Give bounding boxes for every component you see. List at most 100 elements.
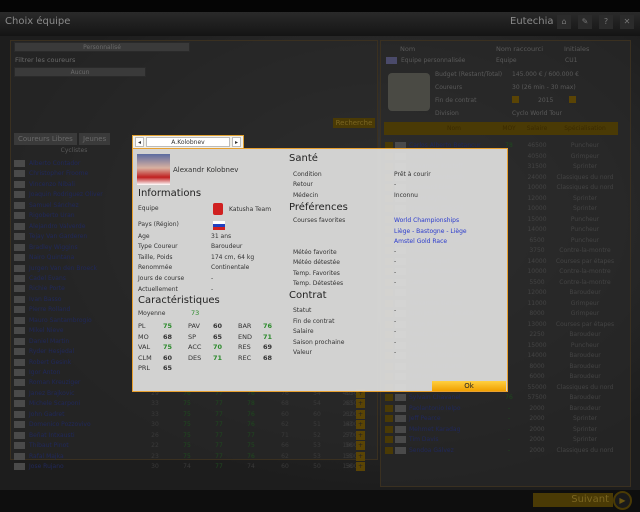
roster-row[interactable]: Mehmet Karadag - 2000 Sprinter [384, 425, 618, 436]
rider-name[interactable]: Joaquin Rodriguez Oliver [29, 191, 103, 198]
roster-row[interactable]: Sylvain Chavanel 76 57500 Baroudeur [384, 393, 618, 404]
rider-name[interactable]: Cadel Evans [29, 275, 66, 282]
rider-name[interactable]: Ryder Hesjedal [29, 348, 74, 355]
rider-name[interactable]: Bradley Wiggins [29, 244, 78, 251]
rider-dropdown[interactable]: A.Kolobnev [146, 137, 230, 147]
rider-name[interactable]: Domenico Pozzovivo [29, 421, 91, 428]
roster-row[interactable]: Sendoa Gálvez - 2000 Classiques du nord [384, 446, 618, 457]
salary-cell: 40500 [527, 152, 547, 160]
favorite-race-link[interactable]: Amstel Gold Race [394, 238, 447, 245]
list-item[interactable]: Beñat Intxausti 26 75 77 77 71 52 57 27000 + [14, 430, 374, 441]
roster-row[interactable]: Paolantonio Ielpo - 2000 Baroudeur [384, 404, 618, 415]
rider-name[interactable]: Roman Kreuziger [29, 379, 80, 386]
rider-name[interactable]: Vincenzo Nibali [29, 181, 75, 188]
rider-name[interactable]: Thibaut Pinot [29, 442, 69, 449]
preset-dropdown[interactable]: Personnalisé [14, 42, 190, 52]
rider-name[interactable]: Mauro Santambrogio [29, 317, 92, 324]
add-rider-button[interactable]: + [356, 451, 365, 461]
stat-label: PL [138, 322, 146, 330]
flag-icon [14, 160, 25, 167]
col-moy[interactable]: MOY [498, 125, 520, 132]
rider-name[interactable]: Nairo Quintana [29, 254, 74, 261]
rider-name[interactable]: Richie Porte [29, 285, 65, 292]
remove-rider-button[interactable] [385, 415, 393, 422]
rider-name[interactable]: Alejandro Valverde [29, 223, 85, 230]
rider-name[interactable]: Janez Brajkovic [29, 390, 74, 397]
next-button[interactable]: Suivant [533, 493, 613, 507]
add-rider-button[interactable]: + [356, 420, 365, 430]
add-rider-button[interactable]: + [356, 430, 365, 440]
remove-rider-button[interactable] [385, 446, 393, 454]
help-icon[interactable]: ? [599, 15, 613, 29]
rider-name[interactable]: Rafal Majka [29, 453, 64, 460]
rider-name[interactable]: Michele Scarponi [29, 400, 80, 407]
rider-name[interactable]: Pierre Rolland [29, 306, 70, 313]
roster-row[interactable]: Tim Davis - 2000 Sprinter [384, 435, 618, 446]
favorite-race-link[interactable]: World Championships [394, 217, 459, 224]
rider-name[interactable]: Mehmet Karadag [409, 426, 460, 433]
next-rider-button[interactable]: ▸ [232, 137, 241, 147]
moy-cell: - [507, 425, 511, 433]
stat-label: VAL [138, 343, 151, 351]
section-informations: Informations [138, 188, 202, 199]
rider-name[interactable]: Paolantonio Ielpo [409, 405, 461, 412]
arrow-right-icon[interactable]: ▶ [613, 491, 632, 510]
rider-name[interactable]: Beñat Intxausti [29, 432, 75, 439]
col-salary[interactable]: Salaire [522, 125, 552, 132]
prev-rider-button[interactable]: ◂ [135, 137, 144, 147]
rider-name[interactable]: Tim Davis [409, 436, 439, 443]
filter-dropdown[interactable]: Aucun [14, 67, 146, 77]
col-specialization[interactable]: Spécialisation [552, 125, 618, 132]
list-item[interactable]: Jose Rujano 30 74 77 74 60 50 56 13000 + [14, 462, 374, 472]
section-preferences: Préférences [289, 202, 348, 213]
add-rider-button[interactable]: + [356, 441, 365, 451]
label-name: Nom [400, 45, 416, 53]
rider-name[interactable]: Ivan Basso [29, 296, 61, 303]
list-item[interactable]: John Gadret 33 75 77 76 60 60 62 21000 + [14, 409, 374, 420]
rider-name[interactable]: Mikel Nieve [29, 327, 63, 334]
decrease-year-button[interactable] [512, 96, 519, 103]
team-short-field[interactable]: Equipe [496, 57, 517, 64]
home-icon[interactable]: ⌂ [557, 15, 571, 29]
rider-name[interactable]: Jeff Pearce [409, 415, 441, 422]
remove-rider-button[interactable] [385, 436, 393, 443]
close-icon[interactable]: ✕ [620, 15, 634, 29]
rider-name[interactable]: Robert Gesink [29, 359, 71, 366]
favorite-race-link[interactable]: Liège - Bastogne - Liège [394, 228, 467, 235]
salary-cell: 2250 [529, 331, 545, 338]
tab-young[interactable]: Jeunes [79, 133, 111, 145]
rider-name[interactable]: Sylvain Chavanel [409, 394, 461, 401]
roster-row[interactable]: Jeff Pearce - 2000 Sprinter [384, 414, 618, 425]
rider-name[interactable]: Jurgen Van den Broeck [29, 265, 97, 272]
list-item[interactable]: Domenico Pozzovivo 30 75 77 76 62 51 63 14000 + [14, 420, 374, 430]
col-name[interactable]: Nom [424, 125, 484, 132]
rider-name[interactable]: Jose Rujano [29, 463, 64, 470]
add-rider-button[interactable]: + [356, 399, 365, 409]
rider-name[interactable]: Alberto Contador [29, 160, 80, 167]
rider-name[interactable]: Igor Anton [29, 369, 60, 376]
rider-name[interactable]: Sendoa Gálvez [409, 447, 454, 454]
rider-name[interactable]: Samuel Sánchez [29, 202, 79, 209]
contract-value: - [394, 349, 397, 356]
add-rider-button[interactable]: + [356, 462, 365, 472]
remove-rider-button[interactable] [385, 425, 393, 433]
rider-name[interactable]: Daniel Martin [29, 338, 69, 345]
ok-button[interactable]: Ok [432, 381, 506, 391]
list-item[interactable]: Rafal Majka 23 75 77 76 62 53 55 13000 + [14, 451, 374, 462]
add-rider-button[interactable]: + [356, 409, 365, 419]
stat-cell: 66 [281, 442, 289, 450]
rider-name[interactable]: Tejay Van Garderen [29, 233, 87, 240]
remove-rider-button[interactable] [385, 404, 393, 412]
increase-year-button[interactable] [569, 96, 576, 103]
team-initials-field[interactable]: CU1 [565, 57, 577, 64]
search-button[interactable]: Recherche [333, 118, 375, 128]
list-item[interactable]: Michele Scarponi 33 75 77 78 68 54 63 28500 + [14, 399, 374, 409]
rider-name[interactable]: Rigoberto Uran [29, 212, 75, 219]
rider-name[interactable]: John Gadret [29, 411, 64, 418]
team-name-field[interactable]: Equipe personnalisée [401, 57, 465, 64]
wrench-icon[interactable]: ✎ [578, 15, 592, 29]
tab-free-riders[interactable]: Coureurs Libres [14, 133, 77, 145]
list-item[interactable]: Thibaut Pinot 22 75 77 75 66 53 56 18000 + [14, 441, 374, 451]
remove-rider-button[interactable] [385, 394, 393, 401]
rider-name[interactable]: Christopher Froome [29, 170, 88, 177]
